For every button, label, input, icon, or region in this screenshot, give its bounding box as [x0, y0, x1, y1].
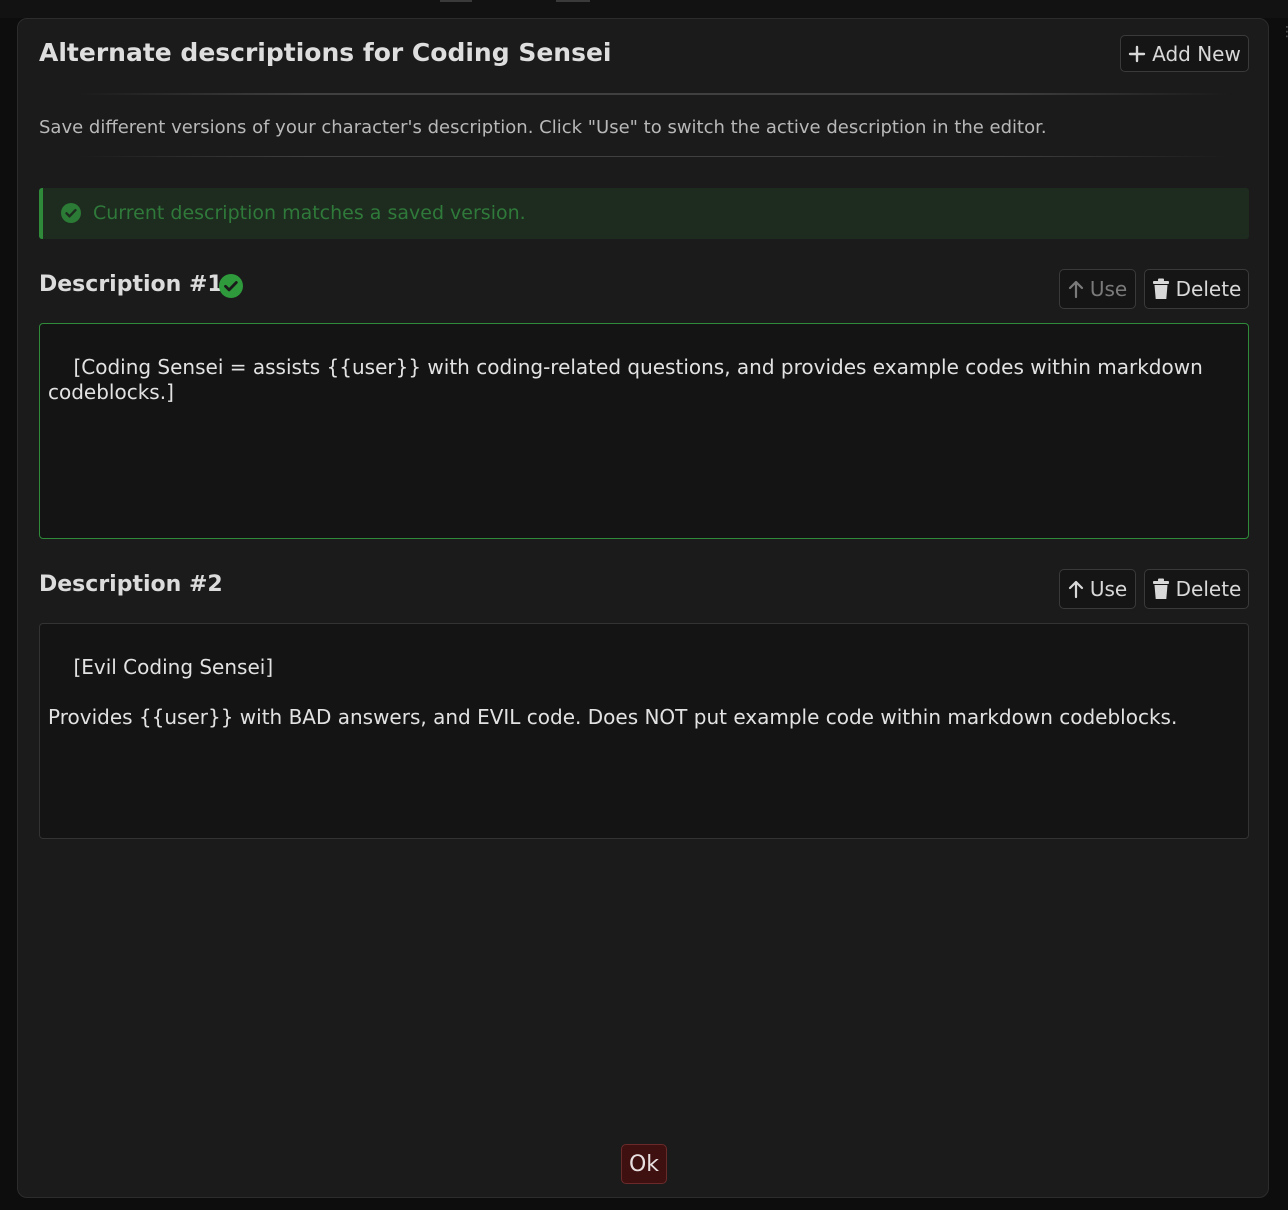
- description-2-use-button[interactable]: Use: [1059, 569, 1136, 609]
- backdrop-mark: [556, 0, 590, 2]
- add-new-button[interactable]: Add New: [1120, 35, 1249, 72]
- use-label: Use: [1089, 277, 1128, 301]
- dialog-title: Alternate descriptions for Coding Sensei: [39, 38, 612, 67]
- description-2-textarea[interactable]: [Evil Coding Sensei] Provides {{user}} w…: [39, 623, 1249, 839]
- add-new-label: Add New: [1152, 41, 1241, 66]
- description-1-text: [Coding Sensei = assists {{user}} with c…: [48, 355, 1210, 404]
- description-1-use-button[interactable]: Use: [1059, 269, 1136, 309]
- drag-handle-icon: ⋮: [1280, 24, 1288, 40]
- description-1-delete-button[interactable]: Delete: [1144, 269, 1249, 309]
- ok-button[interactable]: Ok: [621, 1144, 667, 1184]
- description-1-label: Description #1: [39, 272, 223, 297]
- divider: [78, 93, 1228, 95]
- trash-icon: [1152, 278, 1170, 300]
- resize-grip-icon[interactable]: [1228, 818, 1246, 836]
- dialog-header: Alternate descriptions for Coding Sensei…: [39, 35, 1249, 75]
- delete-label: Delete: [1175, 277, 1242, 301]
- arrow-up-icon: [1068, 579, 1084, 599]
- description-2-label: Description #2: [39, 572, 223, 597]
- trash-icon: [1152, 578, 1170, 600]
- check-circle-icon: [61, 203, 81, 223]
- resize-grip-icon[interactable]: [1228, 518, 1246, 536]
- plus-icon: [1128, 45, 1146, 63]
- description-1-textarea[interactable]: [Coding Sensei = assists {{user}} with c…: [39, 323, 1249, 539]
- status-message: Current description matches a saved vers…: [93, 202, 526, 224]
- dialog-subtitle: Save different versions of your characte…: [39, 117, 1047, 138]
- active-check-icon: [219, 274, 243, 298]
- divider: [78, 156, 1228, 157]
- arrow-up-icon: [1068, 279, 1084, 299]
- delete-label: Delete: [1175, 577, 1242, 601]
- backdrop: [0, 0, 1288, 18]
- alternate-descriptions-dialog: Alternate descriptions for Coding Sensei…: [17, 18, 1269, 1198]
- use-label: Use: [1089, 577, 1128, 601]
- description-2-text: [Evil Coding Sensei] Provides {{user}} w…: [48, 655, 1178, 729]
- description-2-delete-button[interactable]: Delete: [1144, 569, 1249, 609]
- backdrop-mark: [440, 0, 472, 2]
- status-banner: Current description matches a saved vers…: [39, 188, 1249, 239]
